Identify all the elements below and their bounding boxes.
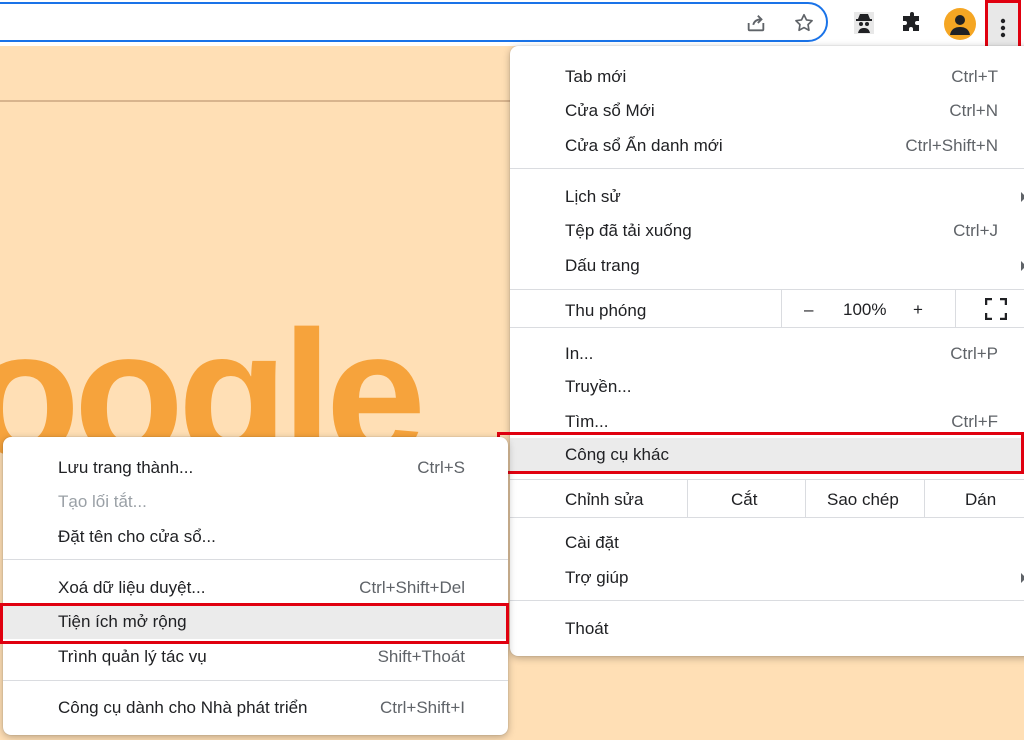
browser-toolbar (0, 0, 1024, 55)
edit-label: Chỉnh sửa (565, 490, 644, 509)
menu-item-label: Công cụ khác (565, 445, 669, 464)
menu-item-label: Lưu trang thành... (58, 458, 194, 477)
menu-divider (510, 327, 1024, 328)
menu-item-label: Trình quản lý tác vụ (58, 647, 207, 666)
menu-item-more-tools[interactable]: Công cụ khác (510, 438, 1024, 472)
menu-divider (510, 600, 1024, 601)
zoom-in-button[interactable]: + (913, 300, 923, 320)
menu-item-name-window[interactable]: Đặt tên cho cửa sổ... (3, 520, 508, 554)
puzzle-extensions-icon[interactable] (897, 8, 927, 38)
menu-item-incognito[interactable]: Cửa sổ Ẩn danh mới Ctrl+Shift+N (510, 129, 1024, 163)
menu-divider (781, 290, 782, 327)
menu-item-bookmarks[interactable]: Dấu trang (510, 249, 1024, 283)
menu-item-create-shortcut: Tạo lối tắt... (3, 485, 508, 519)
menu-item-label: Tạo lối tắt... (58, 492, 147, 511)
menu-item-find[interactable]: Tìm... Ctrl+F (510, 405, 1024, 439)
menu-item-shortcut: Shift+Thoát (377, 647, 465, 666)
menu-item-help[interactable]: Trợ giúp (510, 561, 1024, 595)
browser-main-menu: Tab mới Ctrl+T Cửa sổ Mới Ctrl+N Cửa sổ … (510, 46, 1024, 656)
menu-divider (510, 479, 1024, 480)
menu-divider (3, 680, 508, 681)
menu-divider (687, 480, 688, 517)
menu-divider (510, 289, 1024, 290)
menu-item-zoom: Thu phóng (510, 294, 1024, 328)
fullscreen-icon[interactable] (984, 297, 1008, 325)
menu-item-label: Tiện ích mở rộng (58, 612, 187, 631)
zoom-out-button[interactable]: – (804, 300, 813, 320)
menu-item-label: Cửa sổ Mới (565, 101, 655, 120)
zoom-label: Thu phóng (565, 301, 647, 320)
menu-item-save-page[interactable]: Lưu trang thành... Ctrl+S (3, 451, 508, 485)
menu-item-history[interactable]: Lịch sử (510, 180, 1024, 214)
menu-divider (805, 480, 806, 517)
menu-item-new-window[interactable]: Cửa sổ Mới Ctrl+N (510, 94, 1024, 128)
menu-divider (510, 517, 1024, 518)
menu-item-shortcut: Ctrl+P (950, 344, 998, 363)
menu-item-dev-tools[interactable]: Công cụ dành cho Nhà phát triển Ctrl+Shi… (3, 691, 508, 725)
menu-item-task-manager[interactable]: Trình quản lý tác vụ Shift+Thoát (3, 640, 508, 674)
menu-item-print[interactable]: In... Ctrl+P (510, 337, 1024, 371)
menu-item-shortcut: Ctrl+N (949, 101, 998, 120)
menu-item-shortcut: Ctrl+T (951, 67, 998, 86)
menu-item-label: Tệp đã tải xuống (565, 221, 692, 240)
menu-item-label: In... (565, 344, 594, 363)
menu-divider (3, 559, 508, 560)
share-icon[interactable] (741, 8, 771, 38)
menu-item-label: Cài đặt (565, 533, 619, 552)
menu-item-edit: Chỉnh sửa (510, 483, 1024, 517)
menu-item-label: Tab mới (565, 67, 627, 86)
menu-divider (924, 480, 925, 517)
menu-item-settings[interactable]: Cài đặt (510, 526, 1024, 560)
menu-item-shortcut: Ctrl+Shift+N (905, 136, 998, 155)
paste-button[interactable]: Dán (965, 490, 996, 510)
incognito-extension-icon[interactable] (849, 8, 879, 38)
menu-item-downloads[interactable]: Tệp đã tải xuống Ctrl+J (510, 214, 1024, 248)
menu-item-label: Lịch sử (565, 187, 621, 206)
menu-item-shortcut: Ctrl+J (953, 221, 998, 240)
menu-divider (955, 290, 956, 327)
cut-button[interactable]: Cắt (731, 490, 757, 510)
menu-item-extensions[interactable]: Tiện ích mở rộng (3, 605, 508, 639)
menu-item-label: Trợ giúp (565, 568, 629, 587)
menu-item-label: Truyền... (565, 377, 632, 396)
zoom-level: 100% (843, 300, 887, 319)
menu-item-label: Tìm... (565, 412, 609, 431)
more-tools-submenu: Lưu trang thành... Ctrl+S Tạo lối tắt...… (3, 437, 508, 735)
copy-button[interactable]: Sao chép (827, 490, 899, 510)
menu-item-shortcut: Ctrl+S (417, 458, 465, 477)
menu-item-shortcut: Ctrl+Shift+I (379, 698, 465, 717)
menu-item-cast[interactable]: Truyền... (510, 370, 1024, 404)
menu-item-shortcut: Ctrl+Shift+Del (359, 578, 465, 597)
menu-item-label: Cửa sổ Ẩn danh mới (565, 136, 723, 155)
address-bar[interactable] (0, 2, 828, 42)
profile-avatar-icon[interactable] (944, 8, 976, 40)
menu-item-clear-data[interactable]: Xoá dữ liệu duyệt... Ctrl+Shift+Del (3, 571, 508, 605)
menu-item-label: Xoá dữ liệu duyệt... (58, 578, 206, 597)
menu-item-new-tab[interactable]: Tab mới Ctrl+T (510, 60, 1024, 94)
menu-item-shortcut: Ctrl+F (951, 412, 998, 431)
menu-item-exit[interactable]: Thoát (510, 612, 1024, 646)
page-divider (0, 100, 560, 102)
menu-item-label: Thoát (565, 619, 609, 638)
menu-item-label: Công cụ dành cho Nhà phát triển (58, 698, 308, 717)
star-icon[interactable] (789, 8, 819, 38)
menu-item-label: Dấu trang (565, 256, 640, 275)
menu-divider (510, 168, 1024, 169)
menu-item-label: Đặt tên cho cửa sổ... (58, 527, 216, 546)
